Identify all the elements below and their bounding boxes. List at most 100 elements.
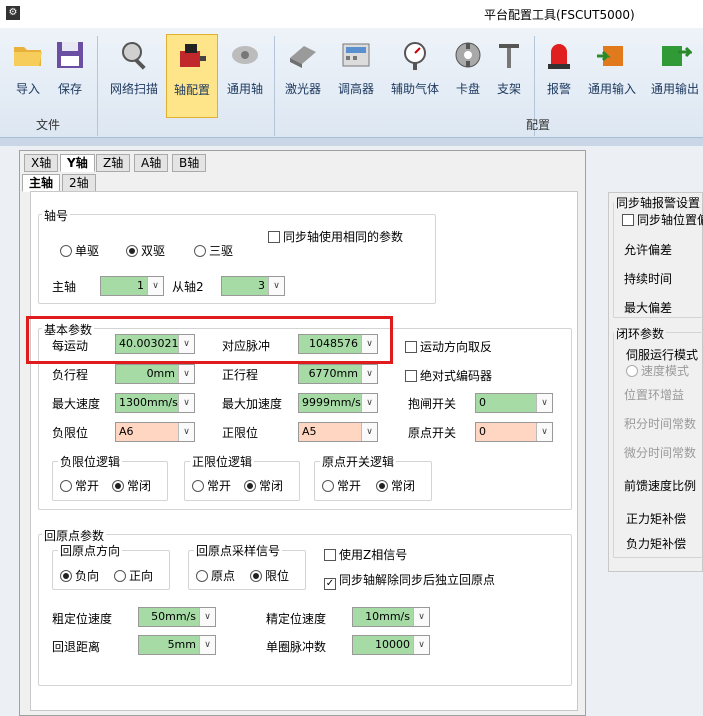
pos-travel-label: 正行程 bbox=[222, 368, 259, 382]
coarse-speed-select[interactable]: 50mm/s ∨ bbox=[138, 607, 216, 627]
triple-drive-radio[interactable]: 三驱 bbox=[194, 242, 233, 259]
input-terminal-icon bbox=[597, 46, 623, 66]
pos-limit-select[interactable]: A5 ∨ bbox=[298, 422, 378, 442]
general-output-button[interactable]: 通用输出 bbox=[648, 34, 702, 114]
chevron-down-icon: ∨ bbox=[361, 365, 377, 383]
radio-off bbox=[192, 480, 204, 492]
fine-speed-select[interactable]: 10mm/s ∨ bbox=[352, 607, 430, 627]
import-button[interactable]: 导入 bbox=[6, 34, 50, 114]
general-input-button[interactable]: 通用输入 bbox=[584, 34, 640, 114]
tab-main-axis[interactable]: 主轴 bbox=[22, 174, 61, 192]
height-controller-button[interactable]: 调高器 bbox=[332, 34, 380, 114]
network-scan-button[interactable]: 网络扫描 bbox=[104, 34, 164, 114]
pos-limit-nc-radio[interactable]: 常闭 bbox=[244, 477, 283, 494]
assist-gas-button[interactable]: 辅助气体 bbox=[386, 34, 444, 114]
pos-limit-label: 正限位 bbox=[222, 426, 259, 440]
homing-negative-radio[interactable]: 负向 bbox=[60, 567, 99, 584]
dual-drive-radio[interactable]: 双驱 bbox=[126, 242, 165, 259]
chevron-down-icon: ∨ bbox=[147, 277, 163, 295]
tab-x-axis[interactable]: X轴 bbox=[24, 154, 59, 172]
origin-switch-label: 原点开关 bbox=[408, 426, 457, 440]
abs-encoder-checkbox[interactable]: 绝对式编码器 bbox=[405, 367, 492, 384]
homing-origin-radio[interactable]: 原点 bbox=[196, 567, 235, 584]
max-speed-label: 最大速度 bbox=[52, 397, 101, 411]
chuck-button[interactable]: 卡盘 bbox=[448, 34, 488, 114]
homing-positive-radio[interactable]: 正向 bbox=[114, 567, 153, 584]
homing-limit-radio[interactable]: 限位 bbox=[250, 567, 289, 584]
gear-axis-icon bbox=[232, 46, 258, 64]
pos-limit-no-radio[interactable]: 常开 bbox=[192, 477, 231, 494]
alarm-light-icon bbox=[548, 44, 570, 69]
tab-a-axis[interactable]: A轴 bbox=[134, 154, 169, 172]
neg-limit-no-radio[interactable]: 常开 bbox=[60, 477, 99, 494]
chevron-down-icon: ∨ bbox=[268, 277, 284, 295]
main-axis-label: 主轴 bbox=[52, 280, 77, 294]
motor-icon bbox=[180, 44, 206, 67]
main-axis-select[interactable]: 1 ∨ bbox=[100, 276, 164, 296]
sync-release-checkbox[interactable]: ✓ 同步轴解除同步后独立回原点 bbox=[324, 571, 495, 590]
chevron-down-icon: ∨ bbox=[178, 394, 194, 412]
pos-travel-select[interactable]: 6770mm ∨ bbox=[298, 364, 378, 384]
radio-off bbox=[60, 245, 72, 257]
reverse-direction-checkbox[interactable]: 运动方向取反 bbox=[405, 338, 492, 355]
back-distance-label: 回退距离 bbox=[52, 640, 101, 654]
pos-limit-logic-title: 正限位逻辑 bbox=[190, 453, 255, 470]
window-title: 平台配置工具(FSCUT5000) bbox=[484, 8, 635, 22]
checkbox-unchecked bbox=[405, 370, 417, 382]
tab-b-axis[interactable]: B轴 bbox=[172, 154, 207, 172]
radio-off bbox=[114, 570, 126, 582]
chevron-down-icon: ∨ bbox=[361, 394, 377, 412]
same-params-checkbox[interactable]: 同步轴使用相同的参数 bbox=[268, 228, 403, 245]
max-acc-select[interactable]: 9999mm/s² ∨ bbox=[298, 393, 378, 413]
origin-no-radio[interactable]: 常开 bbox=[322, 477, 361, 494]
brake-select[interactable]: 0 ∨ bbox=[475, 393, 553, 413]
tab-y-axis[interactable]: Y轴 bbox=[60, 154, 95, 172]
alarm-button[interactable]: 报警 bbox=[540, 34, 578, 114]
radio-on bbox=[376, 480, 388, 492]
ribbon: 导入 保存 网络扫描 轴配置 通用轴 激光器 调高器 辅助气体 卡盘 支架 报警 bbox=[0, 28, 703, 138]
origin-nc-radio[interactable]: 常闭 bbox=[376, 477, 415, 494]
tab-axis-2[interactable]: 2轴 bbox=[62, 174, 96, 192]
checkbox-unchecked bbox=[405, 341, 417, 353]
pulses-per-rev-select[interactable]: 10000 ∨ bbox=[352, 635, 430, 655]
homing-direction-title: 回原点方向 bbox=[58, 542, 123, 559]
slave-axis-select[interactable]: 3 ∨ bbox=[221, 276, 285, 296]
bracket-button[interactable]: 支架 bbox=[490, 34, 528, 114]
origin-switch-select[interactable]: 0 ∨ bbox=[475, 422, 553, 442]
chevron-down-icon: ∨ bbox=[413, 636, 429, 654]
speed-mode-radio[interactable]: 速度模式 bbox=[626, 362, 689, 379]
neg-travel-label: 负行程 bbox=[52, 368, 89, 382]
network-scan-icon bbox=[122, 42, 146, 70]
floppy-disk-icon bbox=[57, 42, 83, 68]
checkbox-unchecked bbox=[268, 231, 280, 243]
neg-limit-logic-title: 负限位逻辑 bbox=[58, 453, 123, 470]
negative-torque-label: 负力矩补偿 bbox=[626, 537, 687, 551]
back-distance-select[interactable]: 5mm ∨ bbox=[138, 635, 216, 655]
axis-config-button[interactable]: 轴配置 bbox=[166, 34, 218, 118]
sync-pos-checkbox[interactable]: 同步轴位置偏 bbox=[622, 211, 703, 228]
laser-button[interactable]: 激光器 bbox=[280, 34, 326, 114]
axis-number-title: 轴号 bbox=[42, 207, 71, 224]
radio-on bbox=[244, 480, 256, 492]
max-speed-select[interactable]: 1300mm/s ∨ bbox=[115, 393, 195, 413]
closed-loop-title: 闭环参数 bbox=[614, 325, 667, 342]
radio-off bbox=[196, 570, 208, 582]
general-axis-button[interactable]: 通用轴 bbox=[222, 34, 268, 114]
position-gain-label: 位置环增益 bbox=[624, 388, 685, 402]
derivative-time-label: 微分时间常数 bbox=[624, 446, 697, 460]
fine-speed-label: 精定位速度 bbox=[266, 612, 327, 626]
highlight-box bbox=[26, 316, 393, 364]
chevron-down-icon: ∨ bbox=[178, 423, 194, 441]
radio-off bbox=[60, 480, 72, 492]
neg-limit-nc-radio[interactable]: 常闭 bbox=[112, 477, 151, 494]
tab-z-axis[interactable]: Z轴 bbox=[96, 154, 131, 172]
checkbox-unchecked bbox=[324, 549, 336, 561]
neg-limit-select[interactable]: A6 ∨ bbox=[115, 422, 195, 442]
single-drive-radio[interactable]: 单驱 bbox=[60, 242, 99, 259]
coarse-speed-label: 粗定位速度 bbox=[52, 612, 113, 626]
use-z-phase-checkbox[interactable]: 使用Z相信号 bbox=[324, 546, 407, 563]
neg-travel-select[interactable]: 0mm ∨ bbox=[115, 364, 195, 384]
chevron-down-icon: ∨ bbox=[361, 423, 377, 441]
chuck-icon bbox=[455, 42, 481, 68]
save-button[interactable]: 保存 bbox=[48, 34, 92, 114]
